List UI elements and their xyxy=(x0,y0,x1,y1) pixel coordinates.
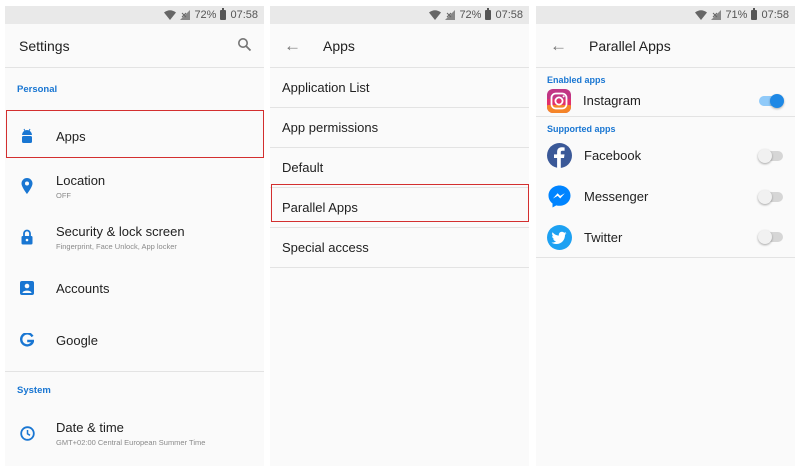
section-header-supported-apps: Supported apps xyxy=(547,124,616,134)
clock-time: 07:58 xyxy=(761,9,789,21)
settings-item-subtitle: Fingerprint, Face Unlock, App locker xyxy=(56,241,177,251)
app-name: Twitter xyxy=(584,229,623,245)
toggle-switch-messenger[interactable] xyxy=(758,189,783,204)
battery-percent: 71% xyxy=(725,9,748,21)
settings-item-title: Security & lock screen xyxy=(56,223,185,239)
status-bar: 71% 07:58 xyxy=(536,6,795,24)
parallel-apps-screen: 71% 07:58 ← Parallel Apps Enabled apps I… xyxy=(536,6,795,466)
app-bar: ← Apps xyxy=(270,24,529,68)
battery-icon xyxy=(751,8,758,20)
settings-item-subtitle: OFF xyxy=(56,190,71,200)
app-name: Instagram xyxy=(583,93,641,108)
app-name: Messenger xyxy=(584,189,649,204)
settings-item-google[interactable]: Google xyxy=(5,316,264,364)
back-arrow-icon[interactable]: ← xyxy=(284,37,301,54)
facebook-icon xyxy=(547,143,572,168)
settings-item-date-time[interactable]: Date & time GMT+02:00 Central European S… xyxy=(5,408,264,458)
menu-item-special-access[interactable]: Special access xyxy=(270,228,529,268)
page-title: Parallel Apps xyxy=(589,37,671,54)
wifi-icon xyxy=(695,10,708,20)
toggle-knob xyxy=(758,189,772,204)
toggle-switch-facebook[interactable] xyxy=(758,148,783,163)
settings-item-title: Google xyxy=(56,332,98,348)
settings-item-title: Accounts xyxy=(56,280,110,296)
account-icon xyxy=(17,281,37,295)
twitter-icon xyxy=(547,224,572,250)
section-header-enabled-apps: Enabled apps xyxy=(547,75,606,85)
location-pin-icon xyxy=(17,178,37,194)
wifi-icon xyxy=(164,10,177,20)
google-icon xyxy=(17,333,37,347)
settings-item-title: Location xyxy=(56,172,106,188)
battery-icon xyxy=(220,8,227,20)
instagram-icon xyxy=(547,88,571,113)
back-arrow-icon[interactable]: ← xyxy=(550,37,567,54)
battery-percent: 72% xyxy=(459,9,482,21)
app-bar: Settings xyxy=(5,24,264,68)
search-icon[interactable] xyxy=(237,37,252,52)
settings-screen: 72% 07:58 Settings Personal Apps Locatio… xyxy=(5,6,264,466)
messenger-icon xyxy=(548,185,571,208)
settings-item-location[interactable]: Location OFF xyxy=(5,162,264,210)
status-bar: 72% 07:58 xyxy=(270,6,529,24)
page-title: Settings xyxy=(19,37,70,54)
status-bar: 72% 07:58 xyxy=(5,6,264,24)
app-row-twitter[interactable]: Twitter xyxy=(536,217,795,258)
divider xyxy=(5,371,264,372)
signal-icon xyxy=(711,10,722,20)
app-row-facebook[interactable]: Facebook xyxy=(536,135,795,176)
section-header-personal: Personal xyxy=(17,84,58,95)
clock-icon xyxy=(17,425,37,441)
app-name: Facebook xyxy=(584,148,642,163)
highlight-box xyxy=(271,184,529,222)
apps-screen: 72% 07:58 ← Apps Application List App pe… xyxy=(270,6,529,466)
battery-icon xyxy=(485,8,492,20)
app-bar: ← Parallel Apps xyxy=(536,24,795,68)
clock-time: 07:58 xyxy=(230,9,258,21)
app-row-messenger[interactable]: Messenger xyxy=(536,176,795,217)
settings-item-title: Date & time xyxy=(56,419,124,435)
section-header-system: System xyxy=(17,385,51,396)
settings-item-security[interactable]: Security & lock screen Fingerprint, Face… xyxy=(5,212,264,262)
toggle-knob xyxy=(758,148,772,163)
highlight-box xyxy=(6,110,264,158)
settings-item-accounts[interactable]: Accounts xyxy=(5,264,264,312)
battery-percent: 72% xyxy=(194,9,217,21)
menu-item-application-list[interactable]: Application List xyxy=(270,68,529,108)
toggle-switch-instagram[interactable] xyxy=(759,93,784,108)
toggle-knob xyxy=(758,230,772,244)
lock-icon xyxy=(17,229,37,245)
signal-icon xyxy=(180,10,191,20)
signal-icon xyxy=(445,10,456,20)
page-title: Apps xyxy=(323,37,355,54)
settings-item-subtitle: GMT+02:00 Central European Summer Time xyxy=(56,437,206,447)
clock-time: 07:58 xyxy=(495,9,523,21)
app-row-instagram[interactable]: Instagram xyxy=(536,85,795,117)
menu-item-app-permissions[interactable]: App permissions xyxy=(270,108,529,148)
toggle-switch-twitter[interactable] xyxy=(758,230,783,244)
toggle-knob xyxy=(770,93,784,108)
menu-item-default[interactable]: Default xyxy=(270,148,529,188)
wifi-icon xyxy=(429,10,442,20)
